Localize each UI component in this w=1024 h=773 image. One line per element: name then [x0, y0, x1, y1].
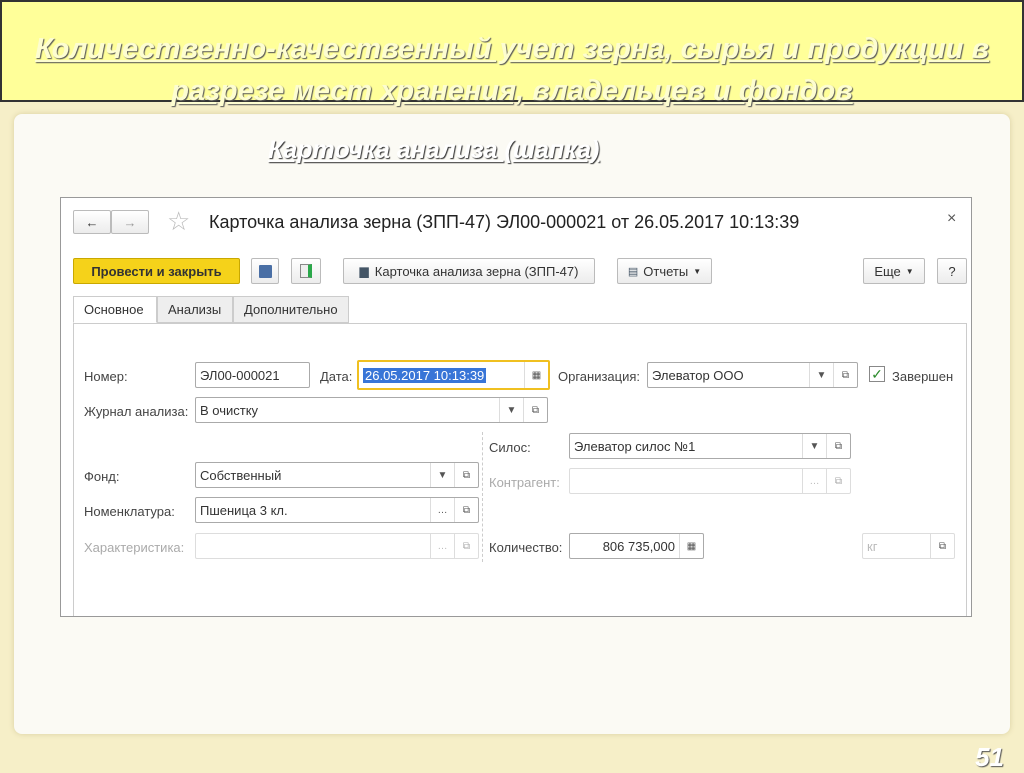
counterparty-label: Контрагент:: [489, 475, 560, 490]
tab-additional[interactable]: Дополнительно: [233, 296, 349, 323]
close-icon[interactable]: ×: [947, 210, 956, 228]
nomenclature-field[interactable]: Пшеница 3 кл. … ⧉: [195, 497, 479, 523]
report-icon: ▤: [627, 265, 639, 278]
date-label: Дата:: [320, 369, 353, 384]
slide-title-line2: разрезе мест хранения, владельцев и фонд…: [171, 75, 853, 107]
unit-placeholder: кг: [867, 538, 878, 554]
forward-button[interactable]: →: [111, 210, 149, 234]
column-divider: [482, 432, 483, 562]
open-icon[interactable]: ⧉: [454, 463, 478, 487]
more-button[interactable]: Еще ▼: [863, 258, 925, 284]
reports-button[interactable]: ▤ Отчеты ▼: [617, 258, 712, 284]
number-value: ЭЛ00-000021: [200, 367, 280, 383]
silo-label: Силос:: [489, 440, 531, 455]
fund-value: Собственный: [200, 467, 282, 483]
organization-field[interactable]: Элеватор ООО ▼ ⧉: [647, 362, 858, 388]
organization-label: Организация:: [558, 369, 641, 384]
post-and-close-button[interactable]: Провести и закрыть: [73, 258, 240, 284]
nomenclature-value: Пшеница 3 кл.: [200, 502, 288, 518]
date-value: 26.05.2017 10:13:39: [363, 367, 487, 383]
characteristic-label: Характеристика:: [84, 540, 185, 555]
document-post-icon: [300, 264, 312, 278]
help-button[interactable]: ?: [937, 258, 967, 284]
slide-subtitle: Карточка анализа (шапка): [268, 136, 600, 164]
open-icon[interactable]: ⧉: [454, 498, 478, 522]
journal-value: В очистку: [200, 402, 259, 418]
print-button-label: Карточка анализа зерна (ЗПП-47): [374, 263, 579, 279]
arrow-left-icon: ←: [85, 214, 99, 230]
print-button[interactable]: ▆ Карточка анализа зерна (ЗПП-47): [343, 258, 595, 284]
ellipsis-icon[interactable]: …: [802, 469, 826, 493]
nomenclature-label: Номенклатура:: [84, 504, 175, 519]
open-icon[interactable]: ⧉: [930, 534, 954, 558]
chevron-down-icon: ▼: [693, 266, 702, 276]
organization-value: Элеватор ООО: [652, 367, 744, 383]
calculator-icon[interactable]: ▦: [679, 534, 703, 558]
counterparty-field[interactable]: … ⧉: [569, 468, 851, 494]
printer-icon: ▆: [359, 264, 369, 278]
chevron-down-icon[interactable]: ▼: [430, 463, 454, 487]
journal-label: Журнал анализа:: [84, 404, 189, 419]
arrow-right-icon: →: [123, 214, 137, 230]
floppy-disk-icon: [258, 264, 272, 278]
page-number: 51: [975, 742, 1004, 772]
quantity-value: 806 735,000: [602, 538, 675, 554]
open-icon[interactable]: ⧉: [454, 534, 478, 558]
post-button[interactable]: [291, 258, 321, 284]
chevron-down-icon[interactable]: ▼: [499, 398, 523, 422]
fund-label: Фонд:: [84, 469, 120, 484]
slide-title-line1: Количественно-качественный учет зерна, с…: [34, 33, 990, 65]
more-label: Еще: [874, 263, 901, 279]
slide-title-banner: Количественно-качественный учет зерна, с…: [0, 0, 1024, 107]
open-icon[interactable]: ⧉: [826, 434, 850, 458]
ellipsis-icon[interactable]: …: [430, 534, 454, 558]
unit-field[interactable]: кг ⧉: [862, 533, 955, 559]
number-field[interactable]: ЭЛ00-000021: [195, 362, 310, 388]
open-icon[interactable]: ⧉: [523, 398, 547, 422]
silo-field[interactable]: Элеватор силос №1 ▼ ⧉: [569, 433, 851, 459]
window-title: Карточка анализа зерна (ЗПП-47) ЭЛ00-000…: [209, 212, 800, 232]
silo-value: Элеватор силос №1: [574, 438, 696, 454]
fund-field[interactable]: Собственный ▼ ⧉: [195, 462, 479, 488]
reports-label: Отчеты: [643, 263, 689, 279]
quantity-label: Количество:: [489, 540, 563, 555]
completed-checkbox[interactable]: ✓: [869, 366, 885, 382]
save-button[interactable]: [251, 258, 279, 284]
chevron-down-icon: ▼: [905, 266, 914, 276]
open-icon[interactable]: ⧉: [833, 363, 857, 387]
ellipsis-icon[interactable]: …: [430, 498, 454, 522]
quantity-field[interactable]: 806 735,000 ▦: [569, 533, 704, 559]
chevron-down-icon[interactable]: ▼: [802, 434, 826, 458]
calendar-icon[interactable]: ▦: [524, 362, 548, 388]
tab-analyses[interactable]: Анализы: [157, 296, 233, 323]
date-field[interactable]: 26.05.2017 10:13:39 ▦: [357, 360, 550, 390]
tab-main[interactable]: Основное: [73, 296, 157, 323]
favorite-star-icon[interactable]: ☆: [167, 206, 190, 237]
open-icon[interactable]: ⧉: [826, 469, 850, 493]
back-button[interactable]: ←: [73, 210, 111, 234]
characteristic-field[interactable]: … ⧉: [195, 533, 479, 559]
number-label: Номер:: [84, 369, 128, 384]
chevron-down-icon[interactable]: ▼: [809, 363, 833, 387]
completed-label: Завершен: [892, 369, 954, 384]
journal-field[interactable]: В очистку ▼ ⧉: [195, 397, 548, 423]
